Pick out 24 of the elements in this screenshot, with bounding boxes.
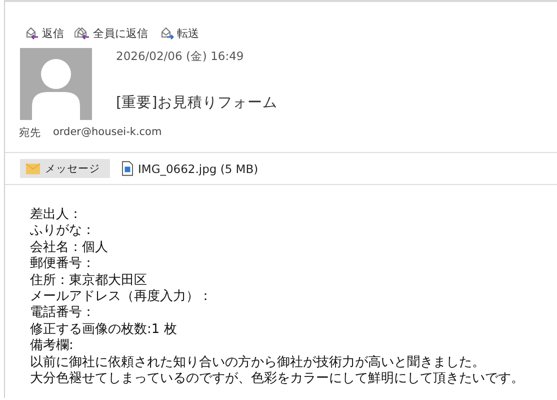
forward-button[interactable]: 転送 <box>156 22 201 44</box>
body-text-line: 以前に御社に依頼された知り合いの方から御社が技術力が高いと聞きました。 <box>30 354 486 371</box>
to-label: 宛先 <box>19 126 41 141</box>
body-text-line: 会社名：個人 <box>30 240 109 256</box>
body-text-line: メールアドレス（再度入力）： <box>30 289 213 305</box>
body-text-line: 電話番号： <box>30 305 96 322</box>
body-text-line: 修正する画像の枚数:1 枚 <box>30 322 178 338</box>
image-file-icon <box>122 161 133 176</box>
reply-icon <box>74 26 90 40</box>
body-text-line: 住所：東京都大田区 <box>30 272 148 290</box>
message-tab[interactable]: メッセージ <box>20 159 110 178</box>
body-text-line: 差出人： <box>30 207 83 224</box>
avatar-silhouette <box>20 48 92 120</box>
body-text-line: 大分色褪せてしまっているのですが、色彩をカラーにして鮮明にして頂きたいです。 <box>30 371 525 388</box>
body-text-line: ふりがな： <box>30 223 96 240</box>
sent-date: 2026/02/06 (金) 16:49 <box>116 48 245 64</box>
subject: [重要]お見積りフォーム <box>116 94 278 112</box>
envelope-icon <box>26 162 40 174</box>
reply-all-button[interactable]: 全員に返信 <box>72 22 150 44</box>
body-text-line: 備考欄: <box>30 338 74 355</box>
reply-button[interactable]: 返信 <box>21 22 66 44</box>
body-text-line: 郵便番号： <box>30 256 96 273</box>
recipient-address: order@housei-k.com <box>53 126 162 140</box>
attachment-tab[interactable]: IMG_0662.jpg (5 MB) <box>116 159 264 178</box>
